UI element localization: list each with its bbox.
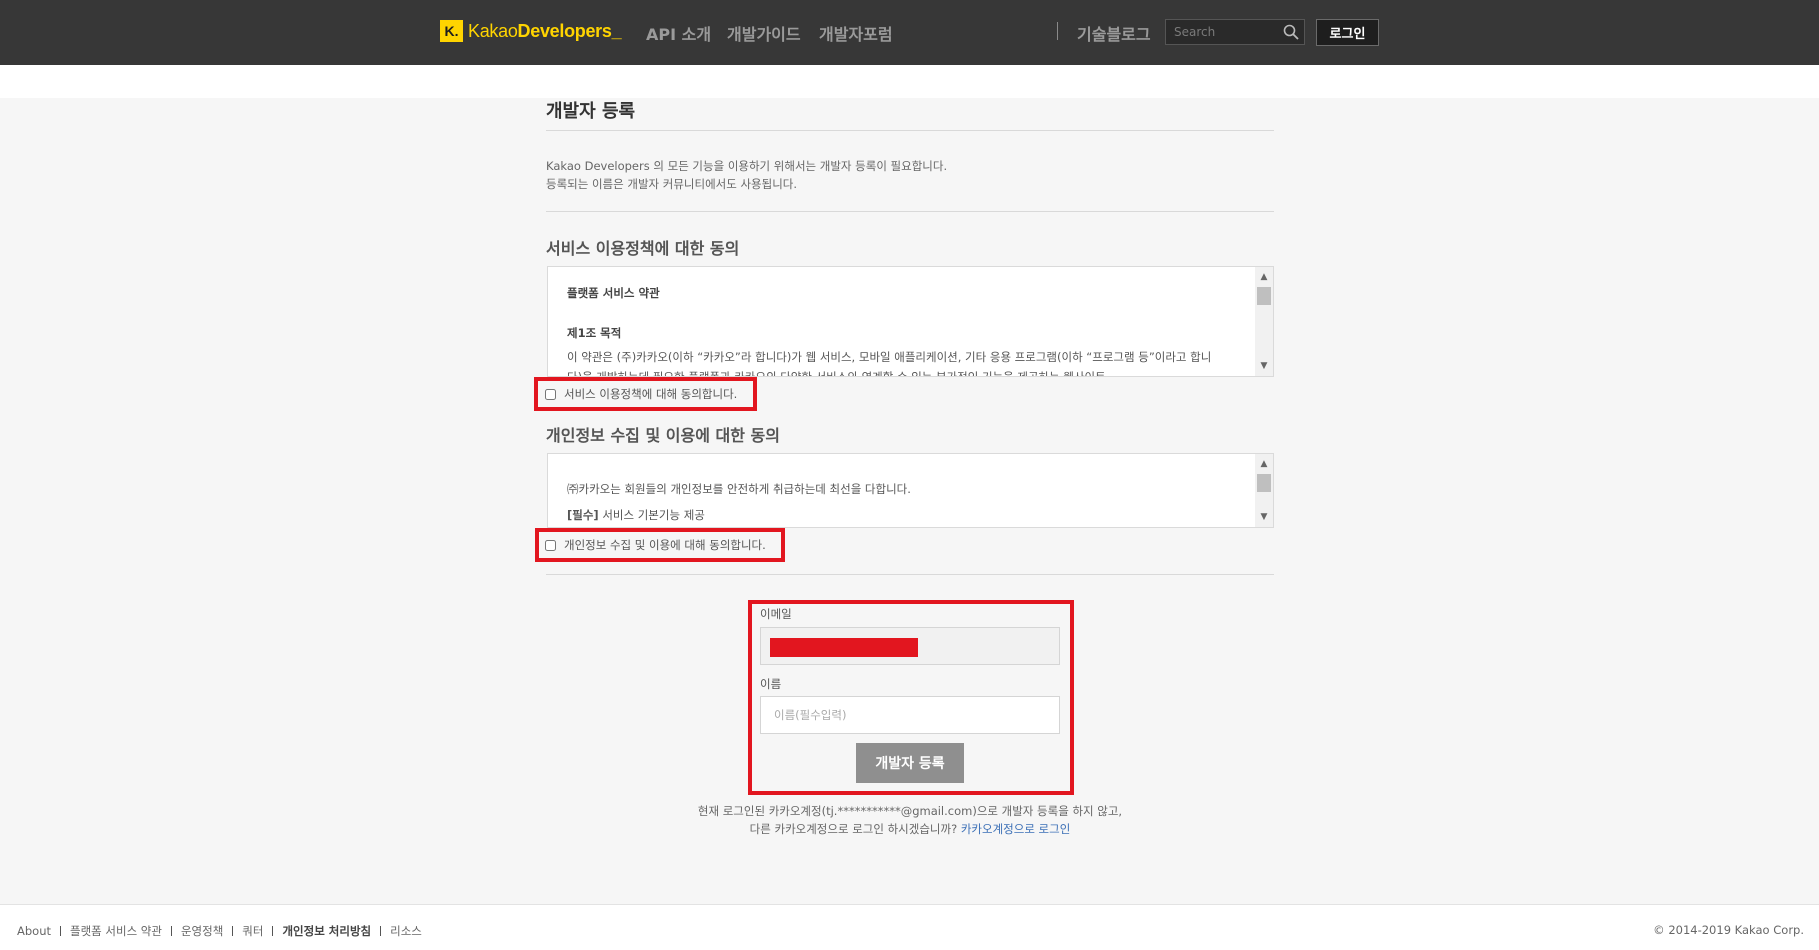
- footer-separator: [232, 926, 234, 936]
- nav-dev-guide[interactable]: 개발가이드: [727, 21, 801, 45]
- footer-separator: [272, 926, 274, 936]
- header-spacer: [0, 65, 1819, 98]
- privacy-terms-title: 개인정보 수집 및 이용에 대한 동의: [546, 426, 780, 445]
- scroll-down-arrow-icon[interactable]: ▼: [1255, 358, 1273, 374]
- privacy-terms-content: ㈜카카오는 회원들의 개인정보를 안전하게 취급하는데 최선을 다합니다. [필…: [567, 482, 911, 522]
- nav-dev-forum[interactable]: 개발자포럼: [819, 21, 893, 45]
- service-terms-scrollbar[interactable]: ▲ ▼: [1255, 267, 1273, 376]
- scroll-thumb[interactable]: [1257, 287, 1271, 305]
- service-terms-content: 플랫폼 서비스 약관 제1조 목적 이 약관은 (주)카카오(이하 “카카오”라…: [548, 267, 1273, 377]
- email-redaction: [770, 638, 918, 657]
- footer-separator: [170, 926, 172, 936]
- service-terms-box[interactable]: 플랫폼 서비스 약관 제1조 목적 이 약관은 (주)카카오(이하 “카카오”라…: [547, 266, 1274, 377]
- intro-text: Kakao Developers 의 모든 기능을 이용하기 위해서는 개발자 …: [546, 159, 948, 191]
- privacy-terms-agree[interactable]: 개인정보 수집 및 이용에 대해 동의합니다.: [545, 537, 766, 553]
- login-button[interactable]: 로그인: [1316, 19, 1379, 46]
- search-box: [1165, 19, 1305, 45]
- register-developer-button[interactable]: 개발자 등록: [856, 743, 964, 783]
- footer: About 플랫폼 서비스 약관 운영정책 쿼터 개인정보 처리방침 리소스 ©…: [0, 904, 1819, 950]
- page-title: 개발자 등록: [546, 101, 636, 122]
- divider: [546, 211, 1274, 212]
- article-title: 제1조 목적: [567, 326, 622, 340]
- footer-separator: [60, 926, 62, 936]
- nav-tech-blog[interactable]: 기술블로그: [1077, 21, 1151, 45]
- privacy-terms-box[interactable]: ㈜카카오는 회원들의 개인정보를 안전하게 취급하는데 최선을 다합니다. [필…: [547, 453, 1274, 528]
- scroll-up-arrow-icon[interactable]: ▲: [1255, 269, 1273, 285]
- copyright: © 2014-2019 Kakao Corp.: [1653, 923, 1804, 937]
- search-input[interactable]: [1166, 20, 1278, 44]
- divider: [546, 130, 1274, 131]
- scroll-down-arrow-icon[interactable]: ▼: [1255, 509, 1273, 525]
- footer-link-platform-terms[interactable]: 플랫폼 서비스 약관: [70, 923, 162, 939]
- email-label: 이메일: [760, 607, 792, 621]
- name-input[interactable]: [761, 697, 1059, 733]
- scroll-thumb[interactable]: [1257, 474, 1271, 492]
- footer-link-quota[interactable]: 쿼터: [242, 923, 263, 939]
- footer-link-privacy-policy[interactable]: 개인정보 처리방침: [282, 923, 371, 939]
- footer-link-about[interactable]: About: [17, 924, 51, 938]
- service-terms-title: 서비스 이용정책에 대한 동의: [546, 239, 740, 258]
- search-icon[interactable]: [1282, 23, 1300, 41]
- service-terms-checkbox[interactable]: [545, 388, 556, 400]
- privacy-terms-scrollbar[interactable]: ▲ ▼: [1255, 454, 1273, 527]
- service-terms-agree[interactable]: 서비스 이용정책에 대해 동의합니다.: [545, 386, 737, 402]
- scroll-up-arrow-icon[interactable]: ▲: [1255, 456, 1273, 472]
- nav-api-intro[interactable]: API 소개: [646, 21, 711, 45]
- footer-links: About 플랫폼 서비스 약관 운영정책 쿼터 개인정보 처리방침 리소스: [17, 923, 422, 939]
- footer-separator: [380, 926, 382, 936]
- footer-link-resources[interactable]: 리소스: [390, 923, 422, 939]
- name-label: 이름: [760, 677, 782, 691]
- name-field: [760, 696, 1060, 734]
- privacy-terms-checkbox[interactable]: [545, 539, 556, 551]
- logo-text: KakaoDevelopers_: [468, 20, 622, 41]
- kakao-developers-logo[interactable]: K. KakaoDevelopers_: [440, 20, 622, 42]
- article-body: 이 약관은 (주)카카오(이하 “카카오”라 합니다)가 웹 서비스, 모바일 …: [567, 350, 1212, 377]
- terms-heading: 플랫폼 서비스 약관: [567, 286, 660, 300]
- login-note: 현재 로그인된 카카오계정(tj.***********@gmail.com)으…: [697, 804, 1123, 836]
- kakao-account-login-link[interactable]: 카카오계정으로 로그인: [961, 822, 1070, 836]
- nav-divider: [1057, 22, 1058, 40]
- divider: [546, 574, 1274, 575]
- kakao-logo-mark: K.: [440, 20, 463, 42]
- footer-link-operation-policy[interactable]: 운영정책: [181, 923, 223, 939]
- email-field: [760, 627, 1060, 665]
- top-navigation-bar: K. KakaoDevelopers_ API 소개 개발가이드 개발자포럼 기…: [0, 0, 1819, 65]
